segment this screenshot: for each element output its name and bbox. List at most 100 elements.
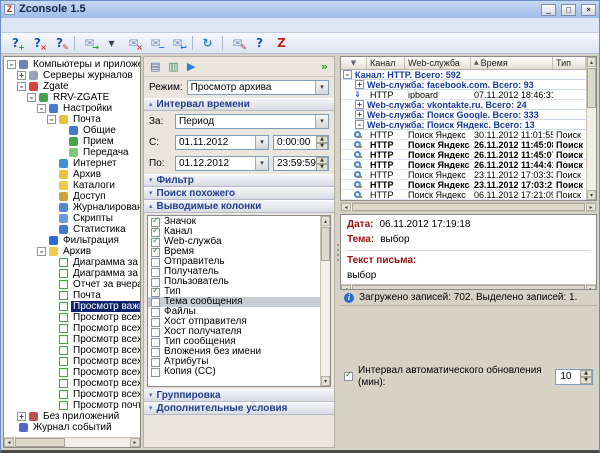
- table-row[interactable]: + Web-служба: Поиск Google. Всего: 333: [341, 110, 586, 120]
- minimize-button[interactable]: _: [541, 4, 556, 16]
- table-row[interactable]: HTTP Поиск Яндекс 26.11.2012 11:45:07 По…: [341, 150, 586, 160]
- checkbox[interactable]: [151, 268, 160, 277]
- tree-item[interactable]: Диаграмма за сегодня: [4, 268, 140, 279]
- connection-add-button[interactable]: ? +: [5, 34, 26, 52]
- scroll-thumb[interactable]: [321, 227, 330, 261]
- column-checkbox-item[interactable]: Пользователь: [148, 277, 320, 287]
- checkbox[interactable]: [151, 248, 160, 257]
- expand-toggle-icon[interactable]: +: [355, 80, 364, 89]
- section-grouping[interactable]: Группировка: [144, 389, 334, 402]
- section-output-columns[interactable]: Выводимые колонки: [144, 200, 334, 213]
- mail-edit-button[interactable]: ✉ ✎: [227, 34, 248, 52]
- expand-toggle-icon[interactable]: +: [17, 71, 26, 80]
- table-row[interactable]: HTTP ipboard 07.11.2012 18:46:31: [341, 90, 586, 100]
- mail-reply-button[interactable]: ✉ ↩: [167, 34, 188, 52]
- column-checkbox-item[interactable]: Время: [148, 247, 320, 257]
- tree-item[interactable]: Журнал событий: [4, 422, 140, 433]
- scroll-up-icon[interactable]: ▴: [321, 216, 330, 226]
- play-button[interactable]: ▶: [187, 61, 195, 72]
- table-row[interactable]: - Web-служба: Поиск Яндекс. Всего: 13: [341, 120, 586, 130]
- tree-item[interactable]: Каталоги: [4, 180, 140, 191]
- section-search-similar[interactable]: Поиск похожего: [144, 187, 334, 200]
- zgate-logo-button[interactable]: Z: [271, 34, 292, 52]
- tree-item[interactable]: Статистика: [4, 224, 140, 235]
- tree-item[interactable]: Скрипты: [4, 213, 140, 224]
- expand-toggle-icon[interactable]: -: [37, 104, 46, 113]
- scroll-thumb[interactable]: [352, 203, 585, 211]
- expand-toggle-icon[interactable]: -: [7, 60, 16, 69]
- tree-item[interactable]: Диаграмма за квартал: [4, 257, 140, 268]
- type-column-header[interactable]: Тип: [553, 57, 586, 69]
- expand-toggle-icon[interactable]: -: [343, 70, 352, 79]
- checkbox[interactable]: [151, 288, 160, 297]
- chevron-down-icon[interactable]: ▾: [255, 136, 268, 149]
- scroll-thumb[interactable]: [15, 438, 65, 447]
- tree-item[interactable]: Прием: [4, 136, 140, 147]
- scroll-up-icon[interactable]: ▴: [587, 57, 596, 67]
- tree-item[interactable]: Просмотр всех больше 10 Мб: [4, 334, 140, 345]
- checkbox[interactable]: [151, 238, 160, 247]
- tree-item[interactable]: Отчет за вчера: [4, 279, 140, 290]
- help-button[interactable]: ?: [249, 34, 270, 52]
- scroll-left-icon[interactable]: ◂: [341, 203, 351, 211]
- tree-item[interactable]: Почта: [4, 290, 140, 301]
- save-button[interactable]: ▤: [150, 61, 160, 72]
- tree-item[interactable]: Просмотр всех за вчера: [4, 345, 140, 356]
- column-checkbox-item[interactable]: Тип: [148, 287, 320, 297]
- tree-item[interactable]: Просмотр всех за сегодня: [4, 367, 140, 378]
- tree-item[interactable]: Просмотр почты за неделю: [4, 400, 140, 411]
- chevron-down-icon[interactable]: ▾: [315, 81, 328, 94]
- from-date-select[interactable]: 01.11.2012 ▾: [175, 135, 269, 150]
- from-time-spinner[interactable]: 0:00:00 ▲▼: [273, 135, 329, 150]
- tree-item[interactable]: Архив: [4, 169, 140, 180]
- refresh-button[interactable]: ↻: [197, 34, 218, 52]
- checkbox[interactable]: [151, 348, 160, 357]
- checkbox[interactable]: [151, 278, 160, 287]
- tree-item[interactable]: + Без приложений: [4, 411, 140, 422]
- checkbox[interactable]: [151, 368, 160, 377]
- table-row[interactable]: + Web-служба: facebook.com. Всего: 93: [341, 80, 586, 90]
- table-vertical-scrollbar[interactable]: ▴ ▾: [586, 57, 596, 200]
- connection-delete-button[interactable]: ? ×: [27, 34, 48, 52]
- column-checkbox-item[interactable]: Файлы: [148, 307, 320, 317]
- channel-column-header[interactable]: Канал: [367, 57, 405, 69]
- mail-delete-button[interactable]: ✉ ×: [123, 34, 144, 52]
- mail-forward-button[interactable]: ✉ →: [79, 34, 100, 52]
- checkbox[interactable]: [151, 328, 160, 337]
- checkbox[interactable]: [151, 218, 160, 227]
- time-column-header[interactable]: ▲Время: [471, 57, 553, 69]
- toolbar-button[interactable]: [192, 36, 193, 50]
- section-extra-conditions[interactable]: Дополнительные условия: [144, 402, 334, 415]
- to-time-spinner[interactable]: 23:59:59 ▲▼: [273, 156, 329, 171]
- column-checkbox-item[interactable]: Вложения без имени: [148, 347, 320, 357]
- expand-toggle-icon[interactable]: -: [47, 115, 56, 124]
- column-checkbox-item[interactable]: Копия (СС): [148, 367, 320, 377]
- tree-item[interactable]: Общие: [4, 125, 140, 136]
- section-time-interval[interactable]: Интервал времени: [144, 98, 334, 111]
- tree-horizontal-scrollbar[interactable]: ◂ ▸: [4, 437, 140, 447]
- scroll-right-icon[interactable]: ▸: [130, 438, 140, 447]
- refresh-interval-spinner[interactable]: 10 ▲▼: [555, 369, 593, 385]
- checkbox[interactable]: [151, 308, 160, 317]
- expand-toggle-icon[interactable]: +: [355, 110, 364, 119]
- column-checkbox-item[interactable]: Значок: [148, 217, 320, 227]
- tree-item[interactable]: - Компьютеры и приложения: [4, 59, 140, 70]
- expand-toggle-icon[interactable]: -: [37, 247, 46, 256]
- table-row[interactable]: HTTP Поиск Яндекс 26.11.2012 11:45:08 По…: [341, 140, 586, 150]
- scroll-down-icon[interactable]: ▾: [321, 376, 330, 386]
- tree-item[interactable]: - RRV-ZGATE: [4, 92, 140, 103]
- tree-item[interactable]: Передача: [4, 147, 140, 158]
- run-button[interactable]: »: [321, 61, 328, 72]
- table-row[interactable]: HTTP Поиск Яндекс 23.11.2012 17:03:33 По…: [341, 170, 586, 180]
- tree-item[interactable]: - Настройки: [4, 103, 140, 114]
- columns-scrollbar[interactable]: ▴ ▾: [320, 216, 330, 386]
- toolbar-button[interactable]: [74, 36, 75, 50]
- expand-toggle-icon[interactable]: -: [27, 93, 36, 102]
- column-checkbox-item[interactable]: Тип сообщения: [148, 337, 320, 347]
- table-horizontal-scrollbar[interactable]: ◂ ▸: [340, 202, 597, 212]
- connection-edit-button[interactable]: ? ✎: [49, 34, 70, 52]
- expand-toggle-icon[interactable]: +: [17, 412, 26, 421]
- scroll-right-icon[interactable]: ▸: [586, 203, 596, 211]
- save-copy-button[interactable]: ▥: [168, 61, 178, 72]
- column-checkbox-item[interactable]: Хост получателя: [148, 327, 320, 337]
